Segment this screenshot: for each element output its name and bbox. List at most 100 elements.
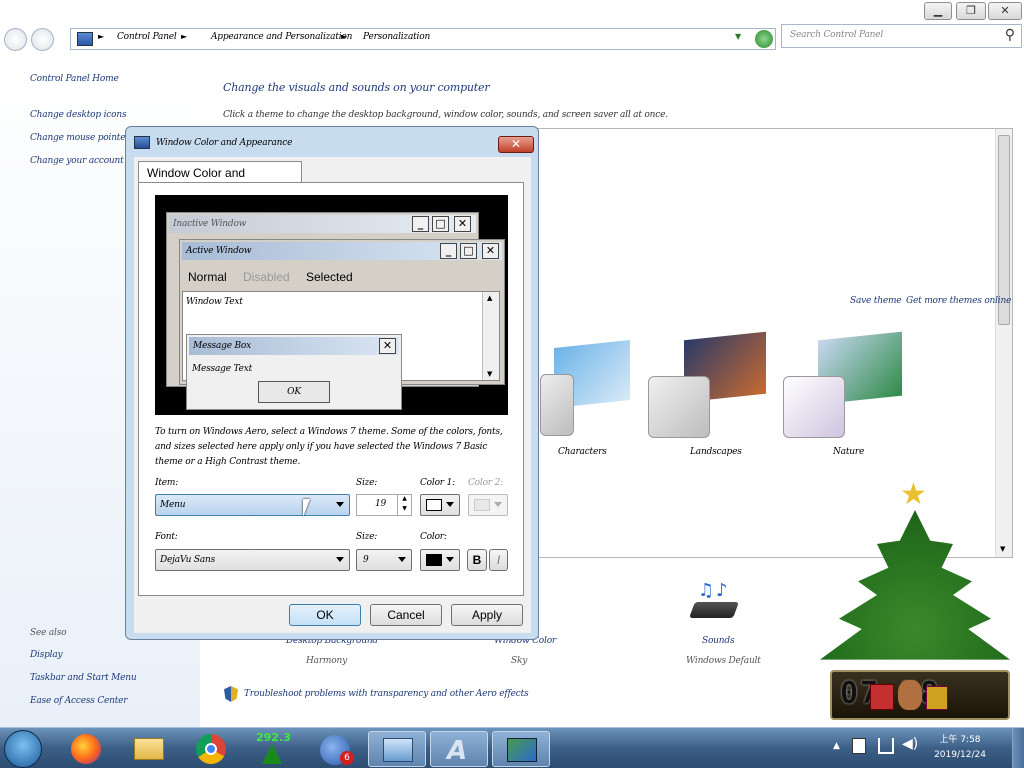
volume-icon[interactable]: ◀) [902,736,918,752]
desktop-background-value: Harmony [306,656,347,666]
item-select[interactable]: Menu [155,494,350,516]
font-select-value: DejaVu Sans [160,555,216,565]
appearance-preview: Inactive Window _ □ ✕ Active Window _ □ … [155,195,508,415]
breadcrumb-control-panel[interactable]: Control Panel [117,32,177,42]
taskbar-start-menu-link[interactable]: Taskbar and Start Menu [30,673,137,683]
color2-label: Color 2: [468,478,503,488]
breadcrumb-separator: ► [98,32,105,41]
start-orb-icon[interactable] [4,730,42,768]
change-mouse-pointers-link[interactable]: Change mouse pointers [30,133,134,143]
close-button[interactable]: ✕ [988,2,1022,20]
stepper-up-icon[interactable]: ▲ [397,495,411,505]
chevron-down-icon [446,502,454,507]
save-theme-link[interactable]: Save theme [850,296,902,306]
unread-badge: 6 [340,751,354,765]
sounds-icon[interactable]: ♫ ♪ [689,580,740,622]
taskbar-explorer[interactable] [120,731,178,767]
size-stepper[interactable]: 19 ▲ ▼ [356,494,412,516]
forward-button[interactable] [31,28,54,51]
theme-card-nature[interactable] [783,376,845,438]
search-placeholder: Search Control Panel [790,30,884,40]
show-hidden-icons[interactable]: ▲ [833,741,840,751]
menu-selected: Selected [306,270,353,284]
bold-button[interactable]: B [467,549,487,571]
sounds-link[interactable]: Sounds [702,636,735,646]
taskbar-tree-widget[interactable]: 292.3 [244,731,302,767]
cancel-button[interactable]: Cancel [370,604,442,626]
gift-icon [870,684,894,710]
apply-button[interactable]: Apply [451,604,523,626]
dialog-app-icon [134,136,150,149]
search-input[interactable]: Search Control Panel ⚲ [781,24,1022,48]
active-close-icon: ✕ [482,243,499,259]
refresh-icon[interactable] [755,30,773,48]
theme-card-landscapes[interactable] [648,376,710,438]
display-link[interactable]: Display [30,650,63,660]
stepper-down-icon[interactable]: ▼ [397,505,411,515]
taskbar-control-panel[interactable] [368,731,426,767]
chrome-icon [196,734,226,764]
font-size-select[interactable]: 9 [356,549,412,571]
theme-label-nature[interactable]: Nature [833,447,864,457]
italic-button[interactable]: I [489,549,508,571]
gift-icon [926,686,948,710]
chevron-down-icon [398,557,406,562]
taskbar-app-a[interactable]: A [430,731,488,767]
troubleshoot-link[interactable]: Troubleshoot problems with transparency … [244,689,529,699]
font-size-label: Size: [356,532,378,542]
breadcrumb-separator: ► [181,32,188,41]
font-label: Font: [155,532,178,542]
chevron-down-icon [336,557,344,562]
action-center-icon[interactable] [852,738,866,754]
minimize-button[interactable]: ▁ [924,2,952,20]
search-icon[interactable]: ⚲ [1005,27,1015,43]
breadcrumb-personalization[interactable]: Personalization [363,32,430,42]
color1-swatch [426,499,442,511]
breadcrumb-appearance[interactable]: Appearance and Personalization [211,32,352,42]
christmas-tree-gadget[interactable]: ★ 07:58 [810,480,1024,720]
taskbar-personalization[interactable] [492,731,550,767]
network-icon[interactable] [878,738,894,754]
tree-icon [262,744,282,764]
inactive-close-icon: ✕ [454,216,471,232]
dialog-titlebar[interactable]: Window Color and Appearance ✕ [126,127,538,157]
tab-window-color[interactable]: Window Color and Appearance [138,161,302,194]
star-icon: ★ [900,477,927,512]
breadcrumb[interactable]: ► Control Panel ► Appearance and Persona… [70,28,776,50]
maximize-button[interactable]: ❐ [956,2,986,20]
show-desktop-button[interactable] [1012,728,1024,768]
change-desktop-icons-link[interactable]: Change desktop icons [30,110,127,120]
mouse-cursor-icon [303,499,317,517]
theme-label-landscapes[interactable]: Landscapes [690,447,742,457]
size-stepper-value: 19 [375,499,387,509]
active-minimize-icon: _ [440,243,457,259]
address-dropdown-icon[interactable]: ▼ [735,32,741,41]
chevron-down-icon [446,557,454,562]
font-color-picker[interactable] [420,549,460,571]
taskbar-firefox[interactable] [58,731,116,767]
size-label: Size: [356,478,378,488]
folder-icon [134,738,164,760]
ok-button[interactable]: OK [289,604,361,626]
taskbar-chrome[interactable] [182,731,240,767]
back-button[interactable] [4,28,27,51]
taskbar-thunderbird[interactable]: 6 [306,731,364,767]
system-clock[interactable]: 上午 7:58 2019/12/24 [930,733,990,763]
active-maximize-icon: □ [460,243,477,259]
dialog-close-button[interactable]: ✕ [498,136,534,153]
get-more-themes-link[interactable]: Get more themes online [906,296,1011,306]
firefox-icon [71,734,101,764]
font-select[interactable]: DejaVu Sans [155,549,350,571]
theme-card-characters[interactable] [540,374,574,436]
control-panel-home-link[interactable]: Control Panel Home [30,74,119,84]
message-box-title: Message Box [193,341,252,351]
dialog-title: Window Color and Appearance [156,138,293,148]
theme-label-characters[interactable]: Characters [558,447,607,457]
color1-picker[interactable] [420,494,460,516]
message-box-ok: OK [258,381,330,403]
inactive-window-title: Inactive Window [173,219,247,229]
menu-disabled: Disabled [243,270,290,284]
see-also-heading: See also [30,628,67,638]
ease-of-access-link[interactable]: Ease of Access Center [30,696,128,706]
message-box-close-icon: ✕ [379,338,396,354]
